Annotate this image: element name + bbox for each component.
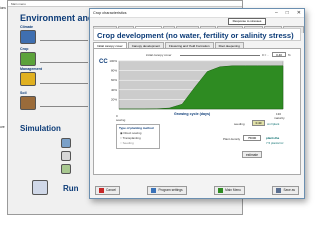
soil-icon[interactable] <box>20 96 36 110</box>
radio-direct-sowing[interactable]: ◉ Direct sowing <box>120 131 141 135</box>
management-row[interactable] <box>40 80 88 84</box>
save-icon <box>276 187 282 193</box>
x-axis-title: Growing cycle (days) <box>174 112 211 116</box>
y-tick-label: 60% <box>111 78 117 82</box>
crop-icon[interactable] <box>20 52 36 66</box>
program-settings-label: Program settings <box>158 188 183 192</box>
crop-characteristics-dialog: Crop characteristics – □ ✕ Response to str… <box>89 8 305 199</box>
simulation-title: Simulation <box>20 124 61 133</box>
side-label-1: ions <box>0 6 6 10</box>
crop-label: Crop <box>20 47 29 51</box>
initial-canopy-panel: initial canopy cover 0 = .. 0.40 % CC 10… <box>93 48 301 175</box>
main-menu-button[interactable]: Main Menu <box>214 185 245 195</box>
sowing-label: seeding <box>234 122 245 126</box>
y-tick-label: 100% <box>109 59 117 63</box>
cancel-label: Cancel <box>106 188 116 192</box>
run-label: Run <box>63 184 79 193</box>
main-menu-label: Main Menu <box>225 188 241 192</box>
plant-density-input[interactable]: 75000 <box>243 135 261 141</box>
initial-conditions-icon[interactable] <box>61 151 71 161</box>
page-title: Crop development (no water, fertility or… <box>93 28 301 41</box>
plant-density-sub: 7.5 plants/m² <box>266 141 284 145</box>
radio-transplanting-label: Transplanting <box>122 136 141 140</box>
management-icon[interactable] <box>20 72 36 86</box>
home-icon <box>218 187 224 193</box>
radio-transplanting[interactable]: ○ Transplanting <box>120 136 141 140</box>
main-window-titlebar: Main menu <box>8 1 242 7</box>
x-end-sub: maturity <box>274 116 285 120</box>
program-settings-button[interactable]: Program settings <box>147 185 187 195</box>
simulation-period-icon[interactable] <box>61 138 71 148</box>
plant-density-unit: plants/ha <box>266 136 280 140</box>
climate-label: Climate <box>20 25 33 29</box>
dialog-titlebar: Crop characteristics – □ ✕ <box>90 9 304 18</box>
radio-seeding[interactable]: ○ Seeding <box>120 141 134 145</box>
soil-row[interactable] <box>40 103 88 107</box>
x-start-sub: sowing <box>116 118 126 122</box>
save-as-label: Save as <box>283 188 295 192</box>
maximize-icon[interactable]: □ <box>286 10 289 16</box>
response-to-stresses-tab[interactable]: Response to stresses <box>228 18 266 25</box>
radio-direct-sowing-label: Direct sowing <box>123 131 142 135</box>
save-as-button[interactable]: Save as <box>272 185 299 195</box>
plant-density-label: Plant density <box>223 137 241 141</box>
y-tick-label: 20% <box>111 97 117 101</box>
radio-seeding-label: Seeding <box>122 141 134 145</box>
y-tick-label: 80% <box>111 69 117 73</box>
climate-row[interactable] <box>40 37 88 41</box>
cc-per-plant-unit: cm²/plant <box>267 122 280 126</box>
crop-row[interactable] <box>40 59 88 63</box>
estimate-button[interactable]: estimate <box>242 151 263 158</box>
bottom-toolbar: Cancel Program settings Main Menu Save a… <box>93 184 301 196</box>
planting-method-group: Type of planting method ◉ Direct sowing … <box>116 124 160 149</box>
settings-icon <box>151 187 157 193</box>
close-icon[interactable]: ✕ <box>297 10 301 16</box>
management-label: Management <box>20 67 42 71</box>
dialog-title: Crop characteristics <box>93 11 127 15</box>
minimize-icon[interactable]: – <box>275 10 278 16</box>
off-season-icon[interactable] <box>61 164 71 174</box>
side-label-2: ure <box>0 125 5 129</box>
y-tick-label: 40% <box>111 88 117 92</box>
run-icon[interactable] <box>32 180 48 195</box>
cancel-button[interactable]: Cancel <box>95 185 120 195</box>
soil-label: Soil <box>20 91 27 95</box>
sowing-input[interactable]: 0.40 <box>252 120 265 126</box>
climate-icon[interactable] <box>20 30 36 44</box>
planting-method-title: Type of planting method <box>119 126 154 130</box>
cancel-icon <box>99 187 104 193</box>
